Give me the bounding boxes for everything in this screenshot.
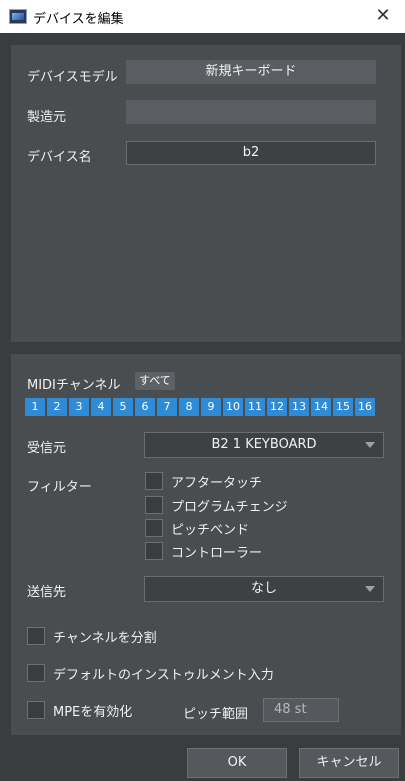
- channel-12-toggle[interactable]: 12: [267, 398, 287, 416]
- send-to-value: なし: [250, 581, 277, 596]
- checkbox[interactable]: [27, 664, 45, 682]
- channel-2-toggle[interactable]: 2: [47, 398, 67, 416]
- channel-15-toggle[interactable]: 15: [333, 398, 353, 416]
- filter-controller-label: コントローラー: [171, 545, 263, 561]
- channel-6-toggle[interactable]: 6: [135, 398, 155, 416]
- filter-controller[interactable]: コントローラー: [145, 541, 262, 561]
- filter-aftertouch[interactable]: アフタータッチ: [145, 471, 262, 491]
- chevron-down-icon: [365, 586, 375, 592]
- filter-aftertouch-label: アフタータッチ: [171, 475, 263, 491]
- enable-mpe-label: MPEを有効化: [53, 704, 133, 720]
- ok-button[interactable]: OK: [187, 748, 287, 778]
- checkbox[interactable]: [145, 472, 163, 490]
- manufacturer-label: 製造元: [27, 110, 67, 125]
- device-name-label: デバイス名: [27, 150, 92, 165]
- send-to-label: 送信先: [27, 585, 67, 600]
- split-channels-option[interactable]: チャンネルを分割: [27, 626, 157, 646]
- close-icon[interactable]: ✕: [373, 6, 393, 26]
- channel-8-toggle[interactable]: 8: [179, 398, 199, 416]
- channel-1-toggle[interactable]: 1: [25, 398, 45, 416]
- default-instrument-input-label: デフォルトのインストゥルメント入力: [53, 667, 274, 683]
- receive-from-select[interactable]: B2 1 KEYBOARD: [144, 432, 384, 458]
- checkbox[interactable]: [27, 627, 45, 645]
- cancel-button[interactable]: キャンセル: [299, 748, 399, 778]
- receive-from-value: B2 1 KEYBOARD: [211, 437, 317, 452]
- channel-14-toggle[interactable]: 14: [311, 398, 331, 416]
- channel-7-toggle[interactable]: 7: [157, 398, 177, 416]
- split-channels-label: チャンネルを分割: [53, 630, 157, 646]
- manufacturer-field[interactable]: [126, 100, 376, 124]
- device-model-label: デバイスモデル: [27, 70, 118, 85]
- channel-10-toggle[interactable]: 10: [223, 398, 243, 416]
- checkbox[interactable]: [27, 701, 45, 719]
- filter-pitch-bend[interactable]: ピッチベンド: [145, 518, 249, 538]
- channel-4-toggle[interactable]: 4: [91, 398, 111, 416]
- checkbox[interactable]: [145, 496, 163, 514]
- channel-5-toggle[interactable]: 5: [113, 398, 133, 416]
- send-to-select[interactable]: なし: [144, 576, 384, 602]
- filter-pitch-bend-label: ピッチベンド: [171, 522, 250, 538]
- device-model-field[interactable]: 新規キーボード: [126, 60, 376, 84]
- filter-program-change[interactable]: プログラムチェンジ: [145, 495, 288, 515]
- channel-11-toggle[interactable]: 11: [245, 398, 265, 416]
- window-title: デバイスを編集: [33, 12, 124, 27]
- app-icon: [9, 9, 27, 24]
- channel-selector: 1 2 3 4 5 6 7 8 9 10 11 12 13 14 15 16: [25, 398, 375, 416]
- device-name-input[interactable]: b2: [126, 141, 376, 165]
- title-bar: デバイスを編集 ✕: [0, 0, 405, 33]
- checkbox[interactable]: [145, 542, 163, 560]
- checkbox[interactable]: [145, 519, 163, 537]
- channel-9-toggle[interactable]: 9: [201, 398, 221, 416]
- pitch-range-input[interactable]: 48 st: [263, 698, 339, 722]
- default-instrument-input-option[interactable]: デフォルトのインストゥルメント入力: [27, 663, 274, 683]
- device-info-panel: [11, 45, 401, 342]
- midi-channel-label: MIDIチャンネル: [27, 378, 121, 393]
- filter-program-change-label: プログラムチェンジ: [171, 499, 288, 515]
- channel-16-toggle[interactable]: 16: [355, 398, 375, 416]
- all-channels-button[interactable]: すべて: [135, 372, 175, 390]
- receive-from-label: 受信元: [27, 441, 67, 456]
- channel-3-toggle[interactable]: 3: [69, 398, 89, 416]
- channel-13-toggle[interactable]: 13: [289, 398, 309, 416]
- filter-label: フィルター: [27, 480, 92, 495]
- pitch-range-label: ピッチ範囲: [183, 707, 249, 722]
- chevron-down-icon: [365, 442, 375, 448]
- enable-mpe-option[interactable]: MPEを有効化: [27, 700, 132, 720]
